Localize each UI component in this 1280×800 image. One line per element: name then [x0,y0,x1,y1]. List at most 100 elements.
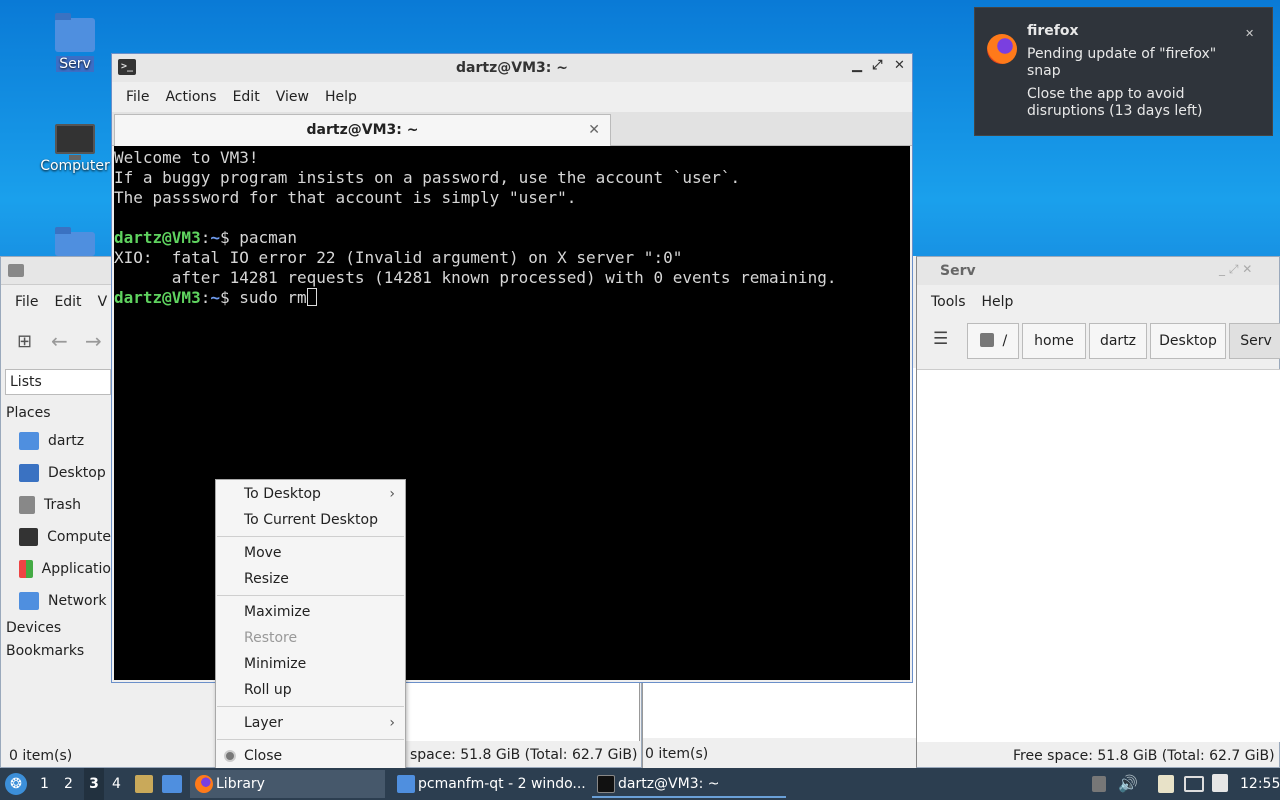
menu-item-minimize[interactable]: Minimize [216,651,405,677]
close-radio-icon [224,750,236,762]
file-manager-window-serv: Serv _ ⤢ ✕ Tools Help ☰ / home dartz Des… [916,256,1280,768]
menu-file[interactable]: File [118,89,157,105]
menu-view[interactable]: View [268,89,317,105]
lists-dropdown[interactable]: Lists [5,369,111,395]
file-list-area[interactable] [406,683,640,741]
firefox-icon [195,775,213,793]
start-menu-icon[interactable]: ❂ [5,773,27,795]
terminal-icon: >_ [118,59,136,75]
free-space-label: space: 51.8 GiB (Total: 62.7 GiB) [410,747,638,763]
notification-close-icon[interactable]: ✕ [1245,27,1254,40]
breadcrumb-root[interactable]: / [967,323,1019,359]
task-pcmanfm[interactable]: pcmanfm-qt - 2 windo... [392,770,587,798]
close-button[interactable]: ✕ [894,58,905,73]
menu-item-to-desktop[interactable]: To Desktop › [216,481,405,507]
clock[interactable]: 12:55 [1240,768,1280,800]
menu-actions[interactable]: Actions [157,89,224,105]
tab-terminal[interactable]: dartz@VM3: ~ ✕ [114,114,611,146]
notification-line: snap [1027,63,1061,79]
menu-help[interactable]: Help [317,89,365,105]
free-space-label: Free space: 51.8 GiB (Total: 62.7 GiB) [1013,748,1275,764]
back-arrow-icon[interactable]: ← [51,329,68,353]
desktop-icon-label: Serv [56,56,94,72]
close-tab-icon[interactable]: ✕ [588,115,600,145]
notification-line: Pending update of "firefox" [1027,46,1217,62]
window-titlebar[interactable]: Serv _ ⤢ ✕ [917,257,1279,285]
status-item-count: 0 item(s) [9,748,73,764]
volume-icon[interactable]: 🔊 [1118,768,1138,800]
task-terminal[interactable]: dartz@VM3: ~ [592,770,786,798]
forward-arrow-icon[interactable]: → [85,329,102,353]
terminal-line: dartz@VM3:~$ sudo rm [114,288,910,308]
places-header: Places [6,405,51,421]
workspace-2[interactable]: 2 [64,768,73,800]
menu-file[interactable]: File [7,294,46,310]
status-bar: 0 item(s) [645,746,708,762]
file-list-area[interactable] [917,369,1280,742]
menu-item-maximize[interactable]: Maximize [216,599,405,625]
menu-edit[interactable]: Edit [46,294,89,310]
notification-line: disruptions (13 days left) [1027,103,1203,119]
folder-icon [8,264,24,277]
prompt-user: dartz@VM3 [114,288,201,307]
drive-icon [980,333,994,347]
sidebar-item-applications[interactable]: Applicatio [1,553,111,585]
updates-icon[interactable] [1212,774,1228,792]
sidebar-item-trash[interactable]: Trash [1,489,111,521]
toolbar: ⊞ ← → [1,325,111,361]
notification-popup[interactable]: firefox ✕ Pending update of "firefox" sn… [974,7,1273,136]
show-desktop-icon[interactable] [162,775,182,793]
menu-separator [217,739,404,740]
sidebar-item-computer[interactable]: Compute [1,521,111,553]
breadcrumb-serv[interactable]: Serv [1229,323,1280,359]
menu-item-move[interactable]: Move [216,540,405,566]
tab-bar: dartz@VM3: ~ ✕ [112,112,912,146]
menu-help[interactable]: Help [974,294,1022,310]
file-manager-launcher-icon[interactable] [135,775,153,793]
clipboard-icon[interactable] [1158,775,1174,793]
menu-tools[interactable]: Tools [923,294,974,310]
terminal-line: after 14281 requests (14281 known proces… [114,268,837,287]
breadcrumb-desktop[interactable]: Desktop [1150,323,1226,359]
menu-edit[interactable]: Edit [225,89,268,105]
command-text: $ pacman [219,228,298,247]
sidebar-item-dartz[interactable]: dartz [1,425,111,457]
breadcrumb-dartz[interactable]: dartz [1089,323,1147,359]
lists-label: Lists [10,374,42,390]
minimize-button[interactable]: ▁ [852,58,862,73]
desktop-icon [19,464,39,482]
window-controls[interactable]: _ ⤢ ✕ [1219,262,1252,277]
menu-separator [217,706,404,707]
breadcrumb-home[interactable]: home [1022,323,1086,359]
maximize-button[interactable]: ⤢ [872,58,882,73]
menu-item-roll-up[interactable]: Roll up [216,677,405,703]
workspace-1[interactable]: 1 [40,768,49,800]
terminal-line: The passsword for that account is simply… [114,188,577,207]
prompt-user: dartz@VM3 [114,228,201,247]
folder-icon [55,13,95,52]
desktop-icon-computer[interactable]: Computer [35,124,115,174]
new-tab-icon[interactable]: ⊞ [17,331,32,352]
prompt-path: ~ [210,228,220,247]
window-titlebar[interactable]: >_ dartz@VM3: ~ ▁ ⤢ ✕ [112,54,912,82]
sidebar-item-network[interactable]: Network [1,585,111,617]
window-title: dartz@VM3: ~ [456,60,568,76]
menu-item-to-current-desktop[interactable]: To Current Desktop [216,507,405,533]
menu-item-layer[interactable]: Layer › [216,710,405,736]
menu-bar: File Actions Edit View Help [112,82,912,112]
menu-bar: File Edit V [1,287,115,317]
firefox-icon [987,34,1017,64]
menu-item-resize[interactable]: Resize [216,566,405,592]
workspace-3[interactable]: 3 [84,768,104,800]
list-view-icon[interactable]: ☰ [933,329,948,349]
taskbar: ❂ 1 2 3 4 Library pcmanfm-qt - 2 windo..… [0,768,1280,800]
workspace-4[interactable]: 4 [112,768,121,800]
network-icon[interactable] [1184,776,1204,792]
menu-item-close[interactable]: Close [216,743,405,769]
sidebar-item-desktop[interactable]: Desktop [1,457,111,489]
chevron-right-icon: › [389,715,395,731]
tray-up-arrow-icon[interactable] [1092,776,1106,792]
desktop-icon-serv[interactable]: Serv [35,13,115,72]
task-library[interactable]: Library [190,770,385,798]
